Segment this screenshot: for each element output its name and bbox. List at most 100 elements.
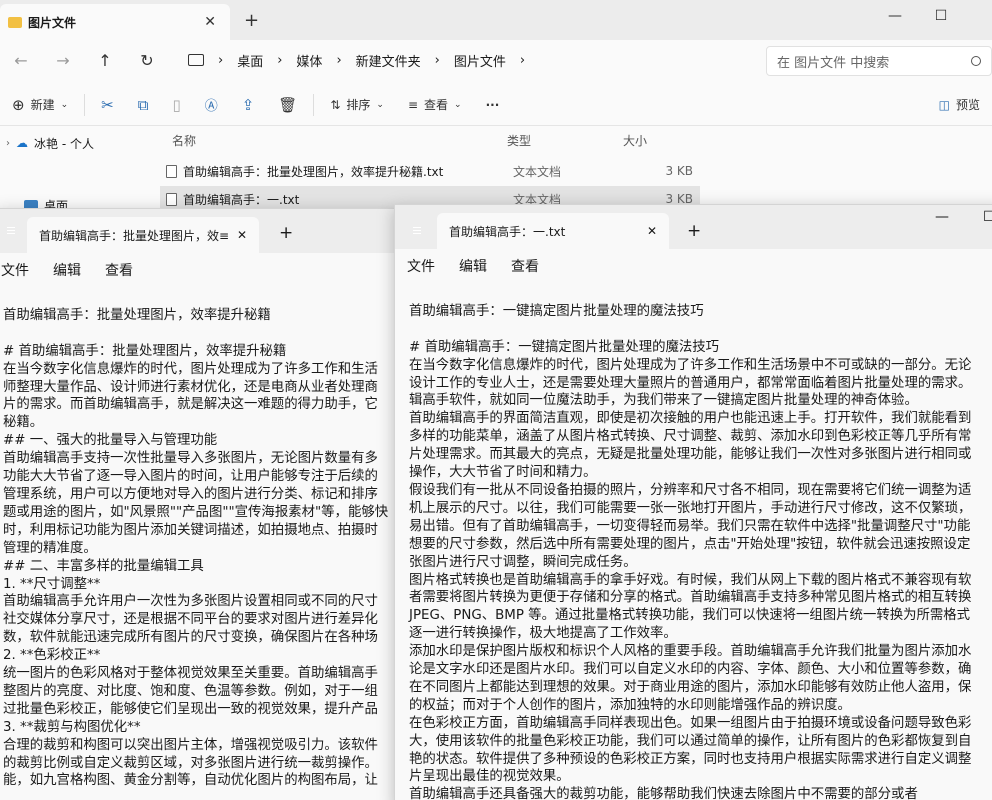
plus-circle-icon: ⊕: [12, 95, 25, 114]
paste-button[interactable]: ▯: [160, 96, 192, 114]
text-line: 1. **尺寸调整**: [3, 576, 101, 592]
search-placeholder: 在 图片文件 中搜索: [777, 55, 890, 71]
notepad-right-text-area[interactable]: 首助编辑高手：一键搞定图片批量处理的魔法技巧 # 首助编辑高手：一键搞定图片批量…: [409, 285, 971, 800]
column-headers: 名称 类型 大小: [160, 128, 700, 152]
minimize-button[interactable]: —: [935, 209, 949, 225]
notepad-left-text-area[interactable]: 首助编辑高手：批量处理图片，效率提升秘籍 # 首助编辑高手：批量处理图片，效率提…: [3, 289, 388, 790]
text-line: 艳的状态。软件提供了多种预设的色彩校正方案，同时也支持用户根据实际需求进行自定义…: [409, 751, 972, 767]
notepad-right-tab[interactable]: 首助编辑高手：一.txt ✕: [437, 213, 669, 249]
breadcrumb-separator: ›: [434, 52, 440, 68]
breadcrumb-media[interactable]: 媒体: [296, 51, 322, 70]
view-button[interactable]: ≡ 查看 ⌄: [396, 96, 474, 113]
breadcrumb-separator: ›: [336, 52, 342, 68]
text-line: 能，如九宫格构图、黄金分割等，自动优化图片的构图布局，让: [3, 773, 378, 789]
text-line: 的权益；而对于个人创作的图片，添加独特的水印则能增强作品的辨识度。: [409, 697, 851, 713]
menu-view[interactable]: 查看: [105, 260, 133, 280]
text-line: 的裁剪比例或自定义裁剪区域，对多张图片进行统一裁剪操作。: [3, 755, 378, 771]
text-line: [409, 321, 971, 339]
menu-file[interactable]: 文件: [1, 260, 29, 280]
close-tab-icon[interactable]: ✕: [237, 228, 247, 242]
command-toolbar: ⊕ 新建 ⌄ ✂ ⧉ ▯ Ⓐ ⇪ 🗑 ⇅ 排序 ⌄ ≡ 查看 ⌄ ··· ◫ 预览: [0, 84, 992, 126]
more-options-button[interactable]: ···: [474, 98, 512, 112]
text-line: [409, 285, 971, 303]
delete-button[interactable]: 🗑: [266, 96, 309, 114]
up-button[interactable]: ↑: [84, 51, 126, 70]
notepad-left-tab-title: 首助编辑高手：批量处理图片，效≡: [39, 228, 230, 243]
forward-button[interactable]: →: [42, 51, 84, 70]
file-name: 首助编辑高手：批量处理图片，效率提升秘籍.txt: [183, 164, 444, 179]
text-line: 首助编辑高手还具备强大的裁剪功能，能够帮助我们快速去除图片中不需要的部分或者: [409, 787, 918, 800]
back-button[interactable]: ←: [0, 51, 42, 70]
text-line: 张图片进行尺寸调整，瞬间完成任务。: [409, 554, 637, 570]
navigation-pane: › ☁ 冰艳 - 个人 桌面: [0, 126, 140, 213]
paste-icon: ▯: [172, 95, 181, 114]
text-line: 在当今数字化信息爆炸的时代，图片处理成为了许多工作和生活场景中不可或缺的一部分。…: [409, 357, 972, 373]
text-line: 者需要将图片转换为更便于存储和分享的格式。首助编辑高手支持多种常见图片格式的相互…: [409, 590, 972, 606]
view-list-icon: ≡: [407, 97, 419, 112]
chevron-right-icon: ›: [6, 137, 10, 149]
text-line: 整图片的亮度、对比度、饱和度、色温等参数。例如，对于一组: [3, 683, 378, 699]
text-line: ## 一、强大的批量导入与管理功能: [3, 433, 218, 449]
notepad-left-tab[interactable]: 首助编辑高手：批量处理图片，效≡ ✕: [27, 217, 259, 253]
text-line: JPEG、PNG、BMP 等。通过批量格式转换功能，我们可以快速将一组图片统一转…: [409, 608, 971, 624]
text-line: 片的需求。而首助编辑高手，就是解决这一难题的得力助手，它: [3, 397, 378, 413]
share-button[interactable]: ⇪: [230, 96, 267, 114]
cut-button[interactable]: ✂: [89, 96, 126, 114]
text-file-icon: [166, 164, 177, 178]
search-input[interactable]: 在 图片文件 中搜索: [766, 46, 992, 76]
breadcrumb-desktop[interactable]: 桌面: [237, 51, 263, 70]
text-line: 秘籍。: [3, 415, 44, 431]
monitor-icon[interactable]: [188, 54, 204, 66]
text-line: 图片格式转换也是首助编辑高手的拿手好戏。有时候，我们从网上下载的图片格式不兼容现…: [409, 572, 972, 588]
rename-icon: Ⓐ: [204, 99, 218, 114]
text-line: 师整理大量作品、设计师进行素材优化，还是电商从业者处理商: [3, 379, 378, 395]
sort-button[interactable]: ⇅ 排序 ⌄: [318, 96, 396, 113]
breadcrumb: › 桌面 › 媒体 › 新建文件夹 › 图片文件 ›: [188, 51, 525, 70]
column-header-name[interactable]: 名称: [172, 132, 196, 149]
breadcrumb-new-folder[interactable]: 新建文件夹: [356, 51, 421, 70]
text-line: 在不同图片上都能达到理想的效果。对于商业用途的图片，添加水印能够有效防止他人盗用…: [409, 679, 972, 695]
close-tab-icon[interactable]: ✕: [204, 14, 216, 30]
maximize-button[interactable]: ☐: [983, 209, 992, 225]
nav-item-onedrive[interactable]: › ☁ 冰艳 - 个人: [0, 128, 140, 158]
notepad-right-menu-bar: 文件 编辑 查看: [395, 249, 539, 283]
file-size: 3 KB: [665, 164, 693, 178]
explorer-tab[interactable]: 图片文件 ✕: [0, 4, 230, 40]
maximize-button[interactable]: ☐: [918, 2, 964, 30]
refresh-button[interactable]: ↻: [126, 51, 168, 70]
copy-button[interactable]: ⧉: [126, 96, 161, 114]
new-tab-button[interactable]: +: [279, 223, 293, 243]
column-header-size[interactable]: 大小: [623, 132, 647, 149]
column-header-type[interactable]: 类型: [507, 132, 531, 149]
text-line: 操作，大大节省了时间和精力。: [409, 465, 597, 481]
text-line: 统一图片的色彩风格对于整体视觉效果至关重要。首助编辑高手: [3, 666, 378, 682]
new-tab-button[interactable]: +: [687, 221, 701, 241]
notepad-left-tab-bar: 首助编辑高手：批量处理图片，效≡ ✕ +: [0, 209, 395, 253]
menu-file[interactable]: 文件: [407, 256, 435, 276]
text-line: 想要的尺寸参数，然后选中所有需要处理的图片，点击"开始处理"按钮，软件就会迅速按…: [409, 536, 971, 552]
text-line: 易出错。但有了首助编辑高手，一切变得轻而易举。我们只需在软件中选择"批量调整尺寸…: [409, 518, 971, 534]
trash-icon: 🗑: [278, 95, 298, 114]
close-tab-icon[interactable]: ✕: [647, 224, 657, 238]
new-button[interactable]: ⊕ 新建 ⌄: [0, 96, 80, 114]
rename-button[interactable]: Ⓐ: [193, 95, 230, 114]
text-line: 合理的裁剪和构图可以突出图片主体，增强视觉吸引力。该软件: [3, 737, 378, 753]
text-line: 在色彩校正方面，首助编辑高手同样表现出色。如果一组图片由于拍摄环境或设备问题导致…: [409, 715, 972, 731]
text-line: 数，软件就能迅速完成所有图片的尺寸变换，确保图片在各种场: [3, 630, 378, 646]
preview-pane-icon: ◫: [938, 97, 950, 112]
breadcrumb-image-files[interactable]: 图片文件: [454, 51, 506, 70]
menu-edit[interactable]: 编辑: [459, 256, 487, 276]
file-row[interactable]: 首助编辑高手：批量处理图片，效率提升秘籍.txt 文本文档 3 KB: [160, 158, 700, 184]
explorer-tab-bar: 图片文件 ✕ + — ☐: [0, 0, 992, 40]
menu-view[interactable]: 查看: [511, 256, 539, 276]
text-line: 在当今数字化信息爆炸的时代，图片处理成为了许多工作和生活: [3, 361, 378, 377]
minimize-button[interactable]: —: [872, 2, 918, 30]
breadcrumb-separator: ›: [519, 52, 526, 68]
toolbar-divider: [313, 93, 315, 116]
text-line: 论是文字水印还是图片水印。我们可以自定义水印的内容、字体、颜色、大小和位置等参数…: [409, 662, 972, 678]
menu-edit[interactable]: 编辑: [53, 260, 81, 280]
preview-pane-button[interactable]: ◫ 预览: [927, 96, 992, 113]
new-tab-button[interactable]: +: [244, 10, 259, 31]
text-line: 逐一进行转换操作，极大地提高了工作效率。: [409, 626, 677, 642]
text-line: 功能大大节省了逐一导入图片的时间，让用户能够专注于后续的: [3, 469, 378, 485]
